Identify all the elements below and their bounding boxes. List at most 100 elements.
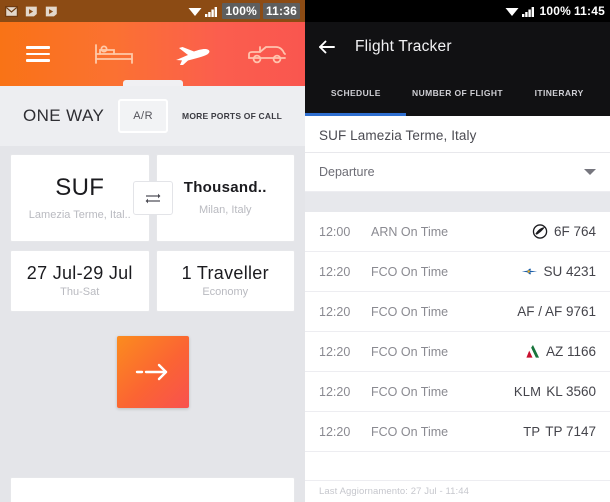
flight-code: SU 4231: [543, 264, 596, 279]
left-phone-screen: 100% 11:36 ONE WAY A/R MORE PORTS OF CAL…: [0, 0, 305, 502]
video-badge-icon: [45, 6, 57, 16]
flight-time: 12:20: [319, 344, 351, 359]
destination-city: Milan, Italy: [198, 203, 252, 216]
cabin-class: Economy: [202, 286, 249, 299]
chevron-down-icon: [584, 169, 596, 175]
battery-percent-label: 100%: [222, 3, 260, 19]
flight-time: 12:20: [319, 304, 351, 319]
flight-airline-group: 6F 764: [492, 224, 596, 239]
active-tab-indicator: [123, 80, 183, 86]
flight-time: 12:00: [319, 224, 351, 239]
tab-itinerary[interactable]: ITINERARY: [508, 88, 610, 99]
flight-time: 12:20: [319, 264, 351, 279]
segment-more-ports[interactable]: MORE PORTS OF CALL: [182, 111, 282, 121]
tab-bar: SCHEDULE NUMBER OF FLIGHT ITINERARY: [305, 72, 610, 116]
back-arrow-icon[interactable]: [317, 37, 337, 57]
flight-time: 12:20: [319, 424, 351, 439]
table-row[interactable]: 12:20 FCO On Time AZ 1166: [305, 332, 610, 372]
flight-code: AF / AF 9761: [517, 304, 596, 319]
origin-field[interactable]: SUF Lamezia Terme, Ital..: [10, 154, 150, 242]
search-button[interactable]: [116, 336, 189, 408]
active-tab-underline: [305, 113, 406, 116]
segment-one-way[interactable]: ONE WAY: [23, 106, 104, 126]
left-app-bar: [0, 22, 305, 86]
traveller-count: 1 Traveller: [181, 262, 269, 283]
date-traveller-row: 27 Jul-29 Jul Thu-Sat 1 Traveller Econom…: [10, 250, 295, 312]
status-bar-system-icons: 100% 11:45: [505, 4, 605, 18]
swap-button[interactable]: [132, 181, 173, 215]
last-update-label: Last Aggiornamento: 27 Jul - 11:44: [305, 480, 610, 502]
dates-days: Thu-Sat: [60, 286, 100, 299]
bottom-partial-card: [10, 477, 295, 502]
6f-logo-icon: [532, 224, 548, 239]
direction-label: Departure: [319, 165, 375, 179]
table-row[interactable]: 12:20 FCO On Time TP TP 7147: [305, 412, 610, 452]
flight-airline-group: KLM KL 3560: [492, 384, 596, 399]
airplane-icon: [175, 47, 210, 65]
tp-logo-text: TP: [523, 424, 541, 439]
hamburger-icon: [26, 42, 51, 66]
flight-time: 12:20: [319, 384, 351, 399]
tab-cars[interactable]: [229, 22, 305, 86]
travellers-field[interactable]: 1 Traveller Economy: [155, 250, 295, 312]
hotel-bed-icon: [95, 44, 134, 64]
arrow-right-icon: [135, 363, 167, 381]
wifi-icon: [188, 7, 202, 16]
flight-status: FCO On Time: [371, 304, 449, 319]
status-bar-system-icons: 100% 11:36: [188, 3, 300, 19]
flight-code: KL 3560: [546, 384, 596, 399]
flight-code: AZ 1166: [545, 344, 596, 359]
battery-percent-label: 100%: [539, 4, 571, 18]
right-app-bar: Flight Tracker: [305, 22, 610, 72]
left-status-bar: 100% 11:36: [0, 0, 305, 22]
direction-dropdown[interactable]: Departure: [305, 153, 610, 192]
airport-field[interactable]: SUF Lamezia Terme, Italy: [305, 116, 610, 153]
right-phone-screen: 100% 11:45 Flight Tracker SCHEDULE NUMBE…: [305, 0, 610, 502]
car-icon: [247, 46, 286, 64]
video-badge-icon: [25, 6, 37, 16]
flight-airline-group: SU 4231: [492, 264, 596, 279]
clock-label: 11:45: [573, 4, 605, 18]
flight-code: 6F 764: [553, 224, 596, 239]
search-button-wrap: [0, 336, 305, 408]
origin-code: SUF: [55, 174, 105, 202]
screenshot-root: 100% 11:36 ONE WAY A/R MORE PORTS OF CAL…: [0, 0, 610, 502]
flight-airline-group: AZ 1166: [492, 344, 596, 359]
origin-city: Lamezia Terme, Ital..: [28, 208, 131, 221]
signal-icon: [522, 6, 535, 17]
tab-number-of-flight[interactable]: NUMBER OF FLIGHT: [407, 88, 509, 99]
dates-field[interactable]: 27 Jul-29 Jul Thu-Sat: [10, 250, 150, 312]
list-header-strip: [305, 192, 610, 212]
search-form: SUF Lamezia Terme, Ital.. Thousand.. Mil…: [0, 146, 305, 312]
flight-status: FCO On Time: [371, 264, 449, 279]
flight-status: FCO On Time: [371, 344, 449, 359]
wifi-icon: [505, 7, 519, 16]
status-bar-notification-icons: [5, 5, 58, 18]
destination-code: Thousand..: [183, 179, 267, 197]
menu-button[interactable]: [0, 22, 76, 86]
trip-type-segment-row: ONE WAY A/R MORE PORTS OF CALL: [0, 86, 305, 146]
flight-airline-group: TP TP 7147: [492, 424, 596, 439]
segment-round-trip[interactable]: A/R: [118, 99, 169, 133]
signal-icon: [205, 6, 218, 17]
clock-label: 11:36: [262, 3, 300, 19]
table-row[interactable]: 12:20 FCO On Time AF / AF 9761: [305, 292, 610, 332]
table-row[interactable]: 12:20 FCO On Time KLM KL 3560: [305, 372, 610, 412]
klm-logo-text: KLM: [513, 384, 542, 399]
flight-list: 12:00 ARN On Time 6F 764 12:20 FCO On Ti…: [305, 212, 610, 452]
flight-status: ARN On Time: [371, 224, 449, 239]
page-title: Flight Tracker: [355, 38, 452, 55]
dates-range: 27 Jul-29 Jul: [26, 262, 133, 283]
flight-code: TP 7147: [545, 424, 596, 439]
destination-field[interactable]: Thousand.. Milan, Italy: [155, 154, 295, 242]
swap-icon: [145, 193, 160, 203]
az-logo-icon: [526, 344, 540, 358]
su-logo-icon: [522, 268, 538, 275]
tab-flights[interactable]: [153, 22, 229, 86]
tab-schedule[interactable]: SCHEDULE: [305, 88, 407, 99]
flight-status: FCO On Time: [371, 424, 449, 439]
flight-airline-group: AF / AF 9761: [492, 304, 596, 319]
table-row[interactable]: 12:20 FCO On Time SU 4231: [305, 252, 610, 292]
tab-hotels[interactable]: [76, 22, 152, 86]
table-row[interactable]: 12:00 ARN On Time 6F 764: [305, 212, 610, 252]
